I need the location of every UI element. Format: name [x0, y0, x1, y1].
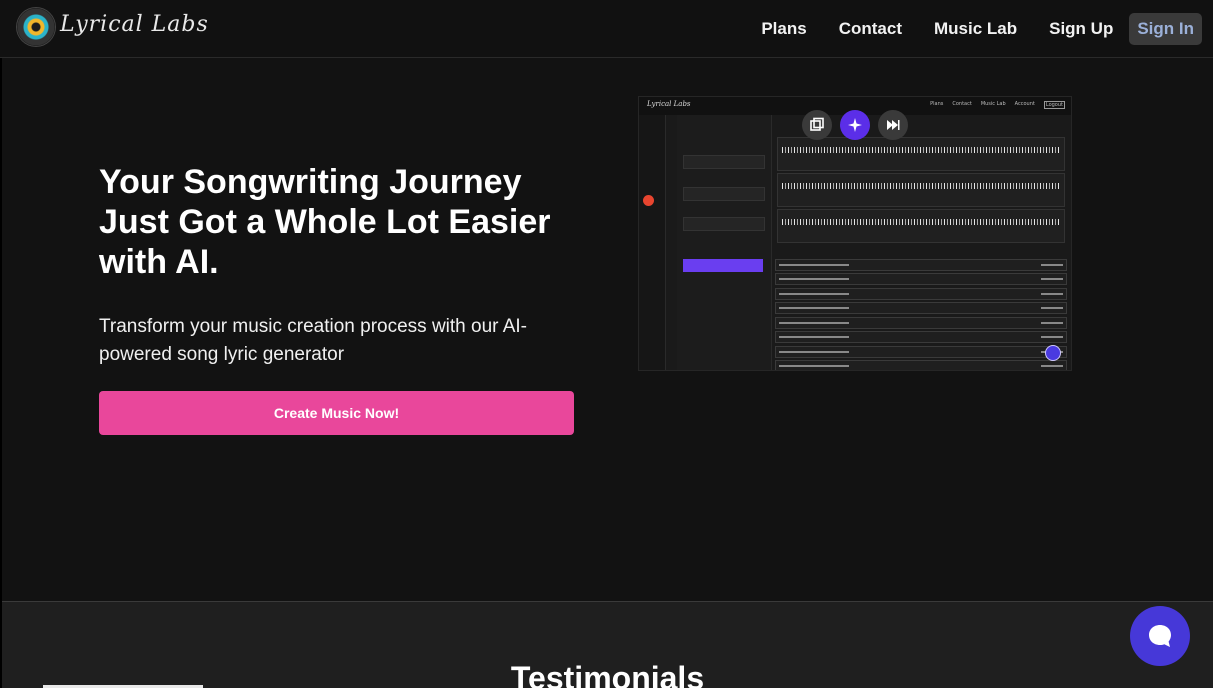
preview-nav: Plans Contact Music Lab Account Logout	[930, 101, 1065, 109]
chat-widget-button[interactable]	[1130, 606, 1190, 666]
preview-list-row	[775, 346, 1067, 358]
preview-brand: Lyrical Labs	[647, 100, 691, 108]
create-music-button[interactable]: Create Music Now!	[99, 391, 574, 435]
nav-contact-link[interactable]: Contact	[823, 19, 918, 39]
preview-nav-item: Logout	[1043, 101, 1065, 109]
preview-nav-item: Music Lab	[980, 101, 1006, 107]
preview-list-row	[775, 317, 1067, 329]
hero-title: Your Songwriting Journey Just Got a Whol…	[99, 163, 551, 281]
preview-nav-item: Contact	[952, 101, 972, 107]
landing-page: Lyrical Labs Plans Contact Music Lab Sig…	[0, 0, 1213, 688]
nav-links: Plans Contact Music Lab Sign Up Sign In	[745, 13, 1202, 45]
preview-nav-item: Account	[1014, 101, 1035, 107]
sparkle-icon	[840, 110, 870, 140]
chat-bubble-icon	[1149, 625, 1171, 647]
vinyl-record-logo-icon[interactable]	[17, 8, 55, 46]
preview-form-panel	[677, 115, 772, 370]
preview-list-row	[775, 273, 1067, 285]
sign-in-button[interactable]: Sign In	[1129, 13, 1202, 45]
preview-list-row	[775, 259, 1067, 271]
preview-field	[683, 187, 765, 201]
preview-track-panel	[773, 115, 1067, 370]
testimonials-heading: Testimonials	[510, 660, 705, 688]
skip-forward-icon	[878, 110, 908, 140]
preview-waveform	[777, 137, 1065, 171]
preview-list-row	[775, 360, 1067, 370]
window-edge	[0, 0, 2, 688]
preview-list-row	[775, 288, 1067, 300]
preview-waveform	[777, 209, 1065, 243]
preview-nav-item: Plans	[930, 101, 944, 107]
brand-name[interactable]: Lyrical Labs	[60, 12, 209, 37]
preview-chat-icon	[1045, 345, 1061, 361]
nav-music-lab-link[interactable]: Music Lab	[918, 19, 1033, 39]
copy-icon	[802, 110, 832, 140]
preview-list-row	[775, 302, 1067, 314]
nav-sign-up-link[interactable]: Sign Up	[1033, 19, 1129, 39]
preview-field	[683, 217, 765, 231]
navbar: Lyrical Labs Plans Contact Music Lab Sig…	[0, 0, 1213, 58]
preview-generate-button	[683, 259, 763, 272]
testimonials-section: Testimonials	[2, 601, 1213, 688]
app-preview-screenshot: Lyrical Labs Plans Contact Music Lab Acc…	[638, 96, 1072, 371]
preview-sidebar	[639, 115, 666, 370]
preview-field	[683, 155, 765, 169]
hero-subtitle: Transform your music creation process wi…	[99, 316, 527, 365]
preview-list-row	[775, 331, 1067, 343]
nav-plans-link[interactable]: Plans	[745, 19, 822, 39]
preview-waveform	[777, 173, 1065, 207]
preview-record-icon	[643, 195, 654, 206]
